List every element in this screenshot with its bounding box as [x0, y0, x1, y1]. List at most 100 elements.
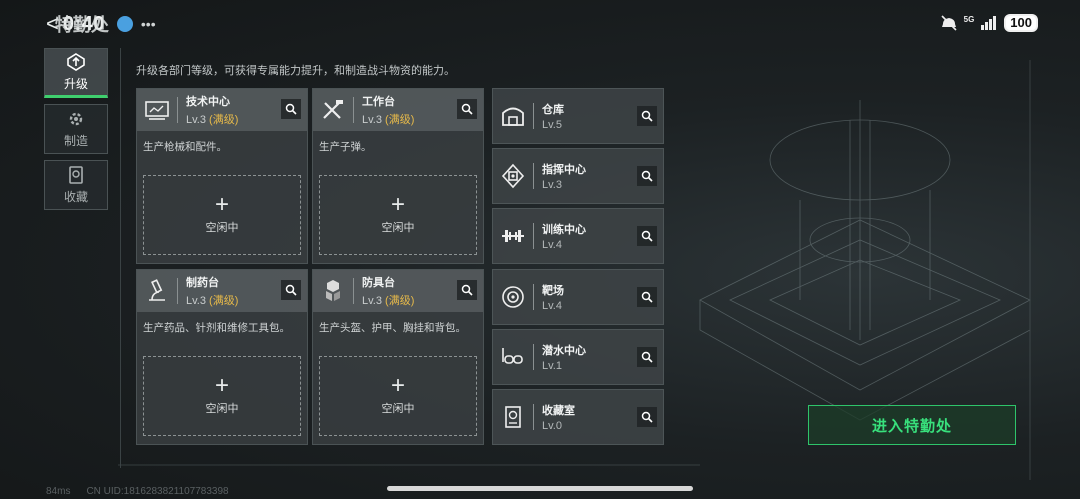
page-title: 特勤处 — [54, 15, 109, 35]
card-armor-bench[interactable]: 防具台 Lv.3 (满级) 生产头盔、护甲、胸挂和背包。 + 空闲中 — [312, 269, 484, 445]
plus-icon: + — [390, 191, 405, 218]
card-workbench[interactable]: 工作台 Lv.3 (满级) 生产子弹。 + 空闲中 — [312, 88, 484, 264]
card-title: 训练中心 — [542, 224, 586, 236]
app-icon — [116, 16, 133, 32]
enter-special-ops-button[interactable]: 进入特勤处 — [808, 405, 1016, 445]
card-warehouse[interactable]: 仓库 Lv.5 — [492, 88, 664, 144]
dumbbell-icon — [502, 230, 524, 242]
status-left: < 0:40 特勤处 ••• — [46, 10, 156, 38]
card-title: 潜水中心 — [542, 345, 586, 357]
status-right: 5G 100 — [940, 14, 1038, 32]
armor-icon — [326, 280, 340, 301]
nav-label: 升级 — [63, 76, 88, 91]
card-tech-center[interactable]: 技术中心 Lv.3 (满级) 生产枪械和配件。 + 空闲中 — [136, 88, 308, 264]
nav-collection[interactable]: 收藏 — [44, 160, 108, 210]
production-slot[interactable]: + 空闲中 — [143, 175, 301, 255]
uid-readout: CN UID:1816283821107783398 — [86, 486, 229, 497]
plus-icon: + — [390, 372, 405, 399]
divider — [353, 97, 354, 123]
search-icon[interactable] — [637, 166, 657, 186]
network-label: 5G — [963, 15, 975, 24]
slot-status: 空闲中 — [205, 222, 239, 234]
card-training-center[interactable]: 训练中心 Lv.4 — [492, 208, 664, 264]
production-slot[interactable]: + 空闲中 — [319, 175, 477, 255]
microscope-icon — [149, 279, 165, 301]
card-title: 仓库 — [542, 104, 564, 116]
divider — [177, 97, 178, 123]
card-shooting-range[interactable]: 靶场 Lv.4 — [492, 269, 664, 325]
computer-icon — [145, 101, 169, 120]
card-level: Lv.4 — [542, 239, 562, 251]
divider — [533, 284, 534, 310]
card-level: Lv.4 — [542, 300, 562, 312]
card-description: 生产药品、针剂和维修工具包。 — [143, 322, 290, 334]
plus-icon: + — [214, 372, 229, 399]
card-title: 制药台 — [186, 277, 219, 289]
collection-icon — [69, 165, 83, 184]
search-icon[interactable] — [637, 407, 657, 427]
search-icon[interactable] — [637, 287, 657, 307]
upgrade-icon — [67, 52, 85, 71]
search-icon[interactable] — [637, 226, 657, 246]
card-header: 技术中心 Lv.3 (满级) — [137, 89, 307, 131]
search-icon[interactable] — [637, 106, 657, 126]
nav-craft[interactable]: 制造 — [44, 104, 108, 154]
gear-icon — [69, 112, 83, 125]
search-icon[interactable] — [637, 347, 657, 367]
search-icon[interactable] — [457, 280, 477, 300]
card-description: 生产枪械和配件。 — [143, 141, 227, 153]
page-description: 升级各部门等级，可获得专属能力提升，和制造战斗物资的能力。 — [136, 65, 455, 77]
divider — [533, 103, 534, 129]
plus-icon: + — [214, 191, 229, 218]
signal-icon — [981, 16, 997, 30]
side-nav: 升级 制造 收藏 — [44, 48, 108, 216]
card-title: 防具台 — [362, 277, 395, 289]
card-level: Lv.1 — [542, 360, 562, 372]
card-level: Lv.3 (满级) — [362, 114, 415, 126]
divider — [120, 48, 121, 468]
card-header: 工作台 Lv.3 (满级) — [313, 89, 483, 131]
card-pharmacy[interactable]: 制药台 Lv.3 (满级) 生产药品、针剂和维修工具包。 + 空闲中 — [136, 269, 308, 445]
nav-upgrade[interactable]: 升级 — [44, 48, 108, 98]
vault-icon — [505, 406, 521, 428]
card-title: 工作台 — [362, 96, 395, 108]
card-title: 收藏室 — [542, 405, 575, 417]
card-level: Lv.0 — [542, 420, 562, 432]
card-level: Lv.3 (满级) — [186, 295, 239, 307]
battery-indicator: 100 — [1004, 14, 1038, 32]
card-command-center[interactable]: 指挥中心 Lv.3 — [492, 148, 664, 204]
card-level: Lv.3 (满级) — [362, 295, 415, 307]
search-icon[interactable] — [457, 99, 477, 119]
mute-icon — [941, 15, 957, 31]
divider — [533, 404, 534, 430]
search-icon[interactable] — [281, 99, 301, 119]
warehouse-icon — [502, 107, 524, 126]
nav-label: 收藏 — [63, 189, 88, 204]
card-title: 技术中心 — [186, 96, 230, 108]
search-icon[interactable] — [281, 280, 301, 300]
nav-label: 制造 — [63, 133, 88, 148]
divider — [533, 223, 534, 249]
production-slot[interactable]: + 空闲中 — [143, 356, 301, 436]
footer: 84ms CN UID:1816283821107783398 — [46, 486, 229, 497]
ping-readout: 84ms — [46, 486, 71, 497]
card-diving-center[interactable]: 潜水中心 Lv.1 — [492, 329, 664, 385]
card-description: 生产子弹。 — [319, 141, 372, 153]
card-level: Lv.5 — [542, 119, 562, 131]
slot-status: 空闲中 — [205, 403, 239, 415]
card-vault[interactable]: 收藏室 Lv.0 — [492, 389, 664, 445]
card-level: Lv.3 (满级) — [186, 114, 239, 126]
card-header: 制药台 Lv.3 (满级) — [137, 270, 307, 312]
production-slot[interactable]: + 空闲中 — [319, 356, 477, 436]
tools-icon — [323, 100, 343, 119]
home-indicator[interactable] — [387, 486, 693, 491]
divider — [353, 278, 354, 304]
divider — [177, 278, 178, 304]
slot-status: 空闲中 — [381, 222, 415, 234]
divider — [533, 344, 534, 370]
card-title: 指挥中心 — [542, 164, 586, 176]
divider — [533, 163, 534, 189]
more-icon[interactable]: ••• — [141, 16, 156, 32]
slot-status: 空闲中 — [381, 403, 415, 415]
card-description: 生产头盔、护甲、胸挂和背包。 — [319, 322, 466, 334]
